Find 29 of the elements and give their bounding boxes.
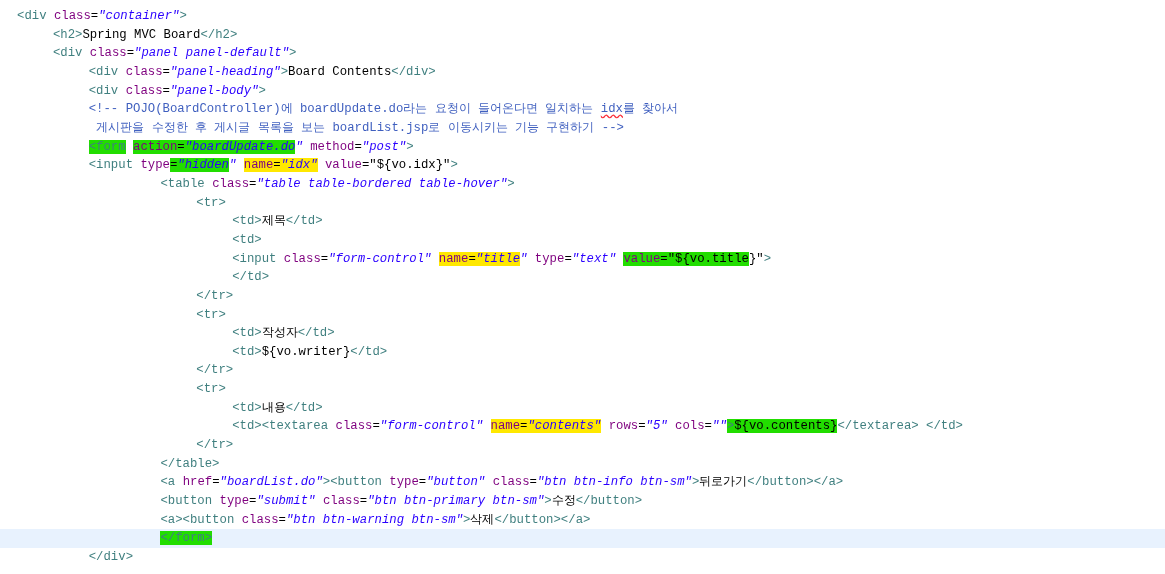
code-line: <td>${vo.writer}</td> bbox=[231, 343, 389, 361]
code-line: <input class="form-control" name="title" type="text" value="${vo.title}"> bbox=[231, 250, 773, 268]
code-line: </table> bbox=[159, 455, 221, 473]
code-line: </div> bbox=[87, 549, 134, 567]
code-line: <input type="hidden" name="idx" value="${vo.idx}"> bbox=[87, 157, 459, 175]
code-line: <button type="submit" class="btn btn-primary btn-sm">수정</button> bbox=[159, 493, 644, 511]
code-line: <tr> bbox=[195, 381, 227, 399]
code-line: <!-- POJO(BoardController)에 boardUpdate.do라는 요청이 들어온다면 일치하는 idx를 찾아서 bbox=[87, 101, 680, 119]
code-line: <div class="panel-heading">Board Contents</div> bbox=[87, 63, 437, 81]
code-line: <td><textarea class="form-control" name="contents" rows="5" cols="">${vo.contents}</textarea> </td> bbox=[231, 418, 964, 436]
code-line: <td>제목</td> bbox=[231, 213, 324, 231]
code-line: <form action="boardUpdate.do" method="post"> bbox=[87, 138, 415, 156]
code-line: <a href="boardList.do"><button type="button" class="btn btn-info btn-sm">뒤로가기</button></a> bbox=[159, 474, 845, 492]
code-line: <td> bbox=[231, 231, 263, 249]
code-line: <td>작성자</td> bbox=[231, 325, 336, 343]
code-line: <tr> bbox=[195, 306, 227, 324]
code-line: </td> bbox=[231, 269, 271, 287]
code-line: </tr> bbox=[195, 287, 235, 305]
code-line: <table class="table table-bordered table-hover"> bbox=[159, 175, 516, 193]
code-line: 게시판을 수정한 후 게시글 목록을 보는 boardList.jsp로 이동시키는 기능 구현하기 --> bbox=[95, 119, 625, 137]
code-line: <td>내용</td> bbox=[231, 399, 324, 417]
code-line: <tr> bbox=[195, 194, 227, 212]
code-line: <div class="panel panel-default"> bbox=[51, 45, 298, 63]
code-line: </tr> bbox=[195, 437, 235, 455]
code-line: <div class="panel-body"> bbox=[87, 82, 267, 100]
code-line: <div class="container"> bbox=[16, 8, 188, 25]
code-line: <h2>Spring MVC Board</h2> bbox=[51, 26, 239, 44]
code-line: </tr> bbox=[195, 362, 235, 380]
code-line: <a><button class="btn btn-warning btn-sm">삭제</button></a> bbox=[159, 511, 592, 529]
